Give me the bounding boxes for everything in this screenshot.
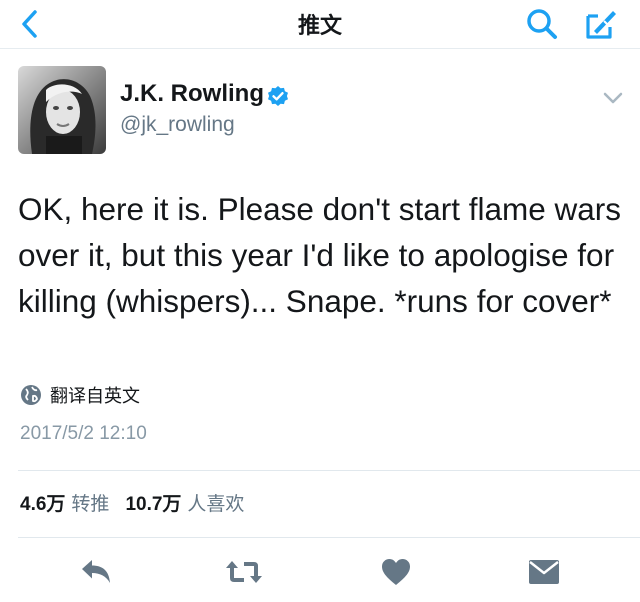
like-count[interactable]: 10.7万 xyxy=(125,489,181,516)
top-nav-bar: 推文 xyxy=(0,0,640,49)
author-handle[interactable]: @jk_rowling xyxy=(120,113,235,137)
tweet-menu-button[interactable] xyxy=(600,88,626,108)
retweet-button[interactable] xyxy=(224,554,264,590)
retweet-count[interactable]: 4.6万 xyxy=(20,489,65,516)
reply-button[interactable] xyxy=(76,554,116,590)
search-button[interactable] xyxy=(520,2,564,46)
like-label[interactable]: 人喜欢 xyxy=(187,489,244,516)
retweet-label[interactable]: 转推 xyxy=(71,489,109,516)
divider xyxy=(18,470,640,471)
translate-link[interactable]: 翻译自英文 xyxy=(20,382,140,408)
like-icon xyxy=(382,559,410,585)
tweet-stats: 4.6万 转推 10.7万 人喜欢 xyxy=(20,489,260,519)
compose-icon xyxy=(586,11,616,39)
globe-icon xyxy=(21,385,41,405)
avatar[interactable] xyxy=(18,66,106,154)
translate-label: 翻译自英文 xyxy=(50,386,140,407)
author-name[interactable]: J.K. Rowling xyxy=(120,80,264,108)
tweet-timestamp: 2017/5/2 12:10 xyxy=(20,423,147,444)
retweet-icon xyxy=(226,561,262,583)
search-icon xyxy=(527,9,557,39)
chevron-down-icon xyxy=(603,92,623,104)
reply-icon xyxy=(82,560,110,583)
like-button[interactable] xyxy=(376,554,416,590)
direct-message-button[interactable] xyxy=(524,554,564,590)
direct-message-icon xyxy=(529,560,559,584)
tweet-text: OK, here it is. Please don't start flame… xyxy=(18,191,622,319)
divider xyxy=(18,537,640,538)
compose-button[interactable] xyxy=(576,2,624,46)
verified-badge-icon xyxy=(268,86,288,106)
